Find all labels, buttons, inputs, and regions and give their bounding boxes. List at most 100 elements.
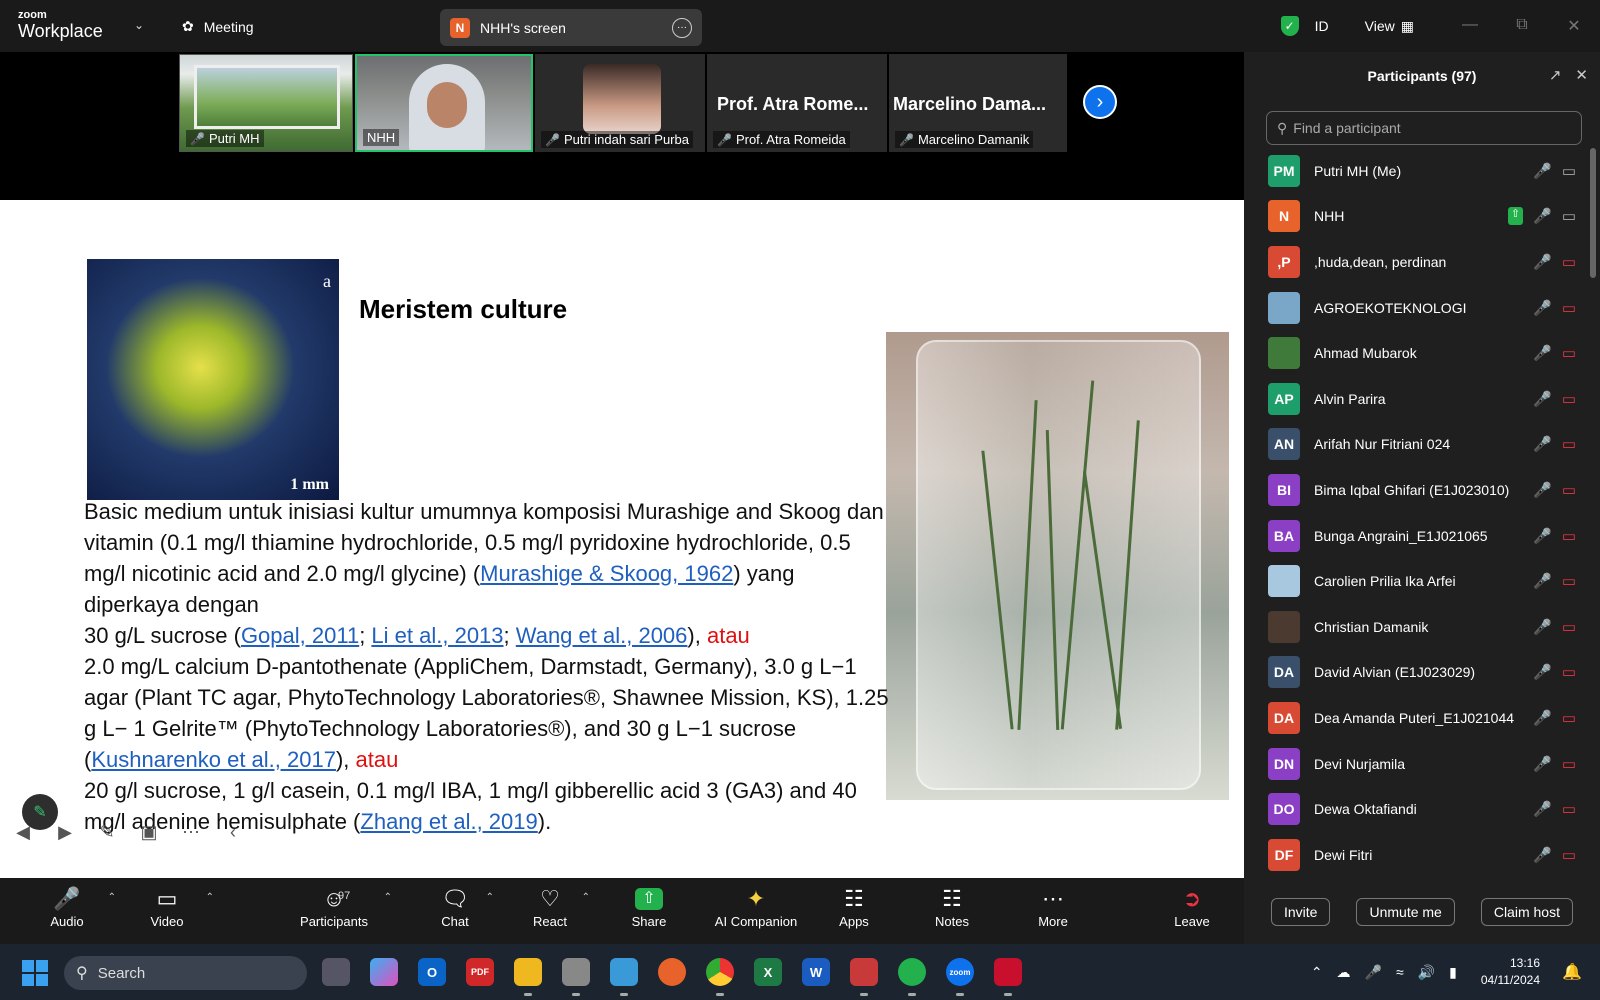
chevron-up-icon[interactable]: ⌃ <box>486 892 494 903</box>
video-tile[interactable]: Prof. Atra Rome... 🎤 Prof. Atra Romeida <box>707 54 887 152</box>
chevron-up-icon[interactable]: ⌃ <box>384 892 392 903</box>
more-options-icon[interactable]: ··· <box>672 17 692 38</box>
scrollbar[interactable] <box>1590 148 1596 278</box>
participant-row[interactable]: AGROEKOTEKNOLOGI 🎤 ▭ <box>1244 285 1584 331</box>
excel-icon[interactable]: X <box>754 958 782 986</box>
participant-row[interactable]: DA David Alvian (E1J023029) 🎤 ▭ <box>1244 650 1584 696</box>
whatsapp-icon[interactable] <box>898 958 926 996</box>
citation-link[interactable]: Wang et al., 2006 <box>516 623 688 648</box>
participants-button[interactable]: ☺ 97 Participants ⌃ <box>296 884 392 929</box>
citation-link[interactable]: Zhang et al., 2019 <box>360 809 537 834</box>
zoom-logo[interactable]: zoom Workplace <box>18 10 103 41</box>
next-page-button[interactable]: › <box>1083 85 1117 119</box>
annotate-pen-icon[interactable]: ✎ <box>22 794 58 830</box>
participant-row[interactable]: DF Dewi Fitri 🎤 ▭ <box>1244 832 1584 878</box>
unmute-me-button[interactable]: Unmute me <box>1356 898 1455 926</box>
task-view-icon[interactable] <box>322 958 350 986</box>
battery-icon[interactable]: ▮ <box>1449 964 1457 981</box>
taskbar-search[interactable]: ⚲ Search <box>64 956 307 990</box>
participant-row[interactable]: DO Dewa Oktafiandi 🎤 ▭ <box>1244 786 1584 832</box>
wifi-icon[interactable]: ≈ <box>1396 964 1404 980</box>
participant-row[interactable]: BI Bima Iqbal Ghifari (E1J023010) 🎤 ▭ <box>1244 467 1584 513</box>
screen-share-pill[interactable]: N NHH's screen ··· <box>440 9 702 46</box>
video-button[interactable]: ▭ Video ⌃ <box>140 884 214 929</box>
speaker-icon[interactable]: 🔊 <box>1418 964 1435 981</box>
audio-button[interactable]: 🎤 Audio ⌃ <box>38 884 116 929</box>
participant-row[interactable]: Christian Damanik 🎤 ▭ <box>1244 604 1584 650</box>
word-icon[interactable]: W <box>802 958 830 986</box>
security-shield-icon[interactable]: ✓ <box>1280 16 1299 36</box>
tile-label: 🎤 Putri indah sari Purba <box>541 131 693 148</box>
share-button[interactable]: ⇧ Share <box>628 884 670 929</box>
leave-button[interactable]: ➲ Leave <box>1172 884 1212 929</box>
pdf-editor-icon[interactable]: PDF <box>466 958 494 986</box>
view-button[interactable]: View ▦ <box>1365 18 1414 35</box>
screenshot-icon[interactable]: ▣ <box>134 817 164 847</box>
participant-row[interactable]: DN Devi Nurjamila 🎤 ▭ <box>1244 741 1584 787</box>
video-tile[interactable]: Marcelino Dama... 🎤 Marcelino Damanik <box>889 54 1067 152</box>
meeting-label: Meeting <box>203 18 254 35</box>
outlook-icon[interactable]: O <box>418 958 446 986</box>
chevron-down-icon[interactable]: ⌄ <box>134 18 144 32</box>
participant-row[interactable]: Ahmad Mubarok 🎤 ▭ <box>1244 330 1584 376</box>
notes-button[interactable]: ☷ Notes <box>932 884 972 929</box>
windows-start-icon[interactable] <box>22 960 48 986</box>
acrobat-icon[interactable] <box>994 958 1022 996</box>
chevron-up-icon[interactable]: ⌃ <box>1311 964 1323 981</box>
firefox-icon[interactable] <box>658 958 686 986</box>
citation-link[interactable]: Murashige & Skoog, 1962 <box>480 561 733 586</box>
video-tile[interactable]: 🎤 Putri indah sari Purba <box>535 54 705 152</box>
microphone-icon[interactable]: 🎤 <box>1365 964 1382 981</box>
chevron-up-icon[interactable]: ⌃ <box>582 892 590 903</box>
claim-host-button[interactable]: Claim host <box>1480 898 1573 926</box>
chrome-icon[interactable] <box>706 958 734 996</box>
snipping-tool-icon[interactable] <box>850 958 878 996</box>
cloud-icon[interactable]: ☁ <box>1337 964 1351 981</box>
notepad-icon[interactable] <box>610 958 638 996</box>
chat-button[interactable]: 🗨 Chat ⌃ <box>436 884 494 929</box>
meeting-id-label[interactable]: ID <box>1315 18 1329 34</box>
participant-row[interactable]: DA Dea Amanda Puteri_E1J021044 🎤 ▭ <box>1244 695 1584 741</box>
participant-row[interactable]: Carolien Prilia Ika Arfei 🎤 ▭ <box>1244 558 1584 604</box>
participant-row[interactable]: AP Alvin Parira 🎤 ▭ <box>1244 376 1584 422</box>
participant-row[interactable]: N NHH ⇧ 🎤 ▭ <box>1244 194 1584 240</box>
pop-out-icon[interactable]: ↗ <box>1549 66 1562 84</box>
more-icon[interactable]: ⋯ <box>176 817 206 847</box>
participant-name: NHH <box>1314 208 1345 225</box>
printer-icon[interactable] <box>562 958 590 996</box>
react-button[interactable]: ♡ React ⌃ <box>530 884 590 929</box>
video-tile[interactable]: 🎤 Putri MH <box>179 54 353 152</box>
participant-status-icons: 🎤 ▭ <box>1533 755 1576 773</box>
citation-link[interactable]: Gopal, 2011 <box>241 623 359 648</box>
notification-bell-icon[interactable]: 🔔 <box>1562 962 1582 982</box>
minimize-icon[interactable]: — <box>1444 16 1496 36</box>
close-icon[interactable]: ✕ <box>1548 16 1600 36</box>
zoom-icon[interactable]: zoom <box>946 958 974 996</box>
copilot-icon[interactable] <box>370 958 398 986</box>
meeting-menu[interactable]: ✿ Meeting <box>182 18 254 35</box>
close-icon[interactable]: ✕ <box>1575 66 1588 84</box>
avatar: BA <box>1268 519 1300 552</box>
collapse-icon[interactable]: ‹ <box>218 817 248 847</box>
apps-button[interactable]: ☷ Apps <box>836 884 872 929</box>
participant-row[interactable]: AN Arifah Nur Fitriani 024 🎤 ▭ <box>1244 422 1584 468</box>
chevron-up-icon[interactable]: ⌃ <box>206 892 214 903</box>
pencil-icon[interactable]: ✎ <box>92 817 122 847</box>
file-explorer-icon[interactable] <box>514 958 542 996</box>
clock[interactable]: 13:16 04/11/2024 <box>1481 955 1540 989</box>
video-tile-active-speaker[interactable]: NHH <box>355 54 533 152</box>
participant-search-input[interactable]: ⚲ Find a participant <box>1266 111 1582 145</box>
participant-status-icons: 🎤 ▭ <box>1533 299 1576 317</box>
invite-button[interactable]: Invite <box>1271 898 1331 926</box>
ai-companion-button[interactable]: ✦ AI Companion <box>712 884 800 929</box>
participant-row[interactable]: PM Putri MH (Me) 🎤 ▭ <box>1244 148 1584 194</box>
citation-link[interactable]: Li et al., 2013 <box>371 623 503 648</box>
participant-row[interactable]: BA Bunga Angraini_E1J021065 🎤 ▭ <box>1244 513 1584 559</box>
citation-link[interactable]: Kushnarenko et al., 2017 <box>91 747 336 772</box>
mic-off-icon: 🎤 <box>899 132 914 147</box>
participant-row[interactable]: ,P ,huda,dean, perdinan 🎤 ▭ <box>1244 239 1584 285</box>
restore-icon[interactable]: ⧉ <box>1496 16 1548 36</box>
chevron-up-icon[interactable]: ⌃ <box>108 892 116 903</box>
more-button[interactable]: ⋯ More <box>1034 884 1072 929</box>
sharer-avatar: N <box>450 17 470 38</box>
